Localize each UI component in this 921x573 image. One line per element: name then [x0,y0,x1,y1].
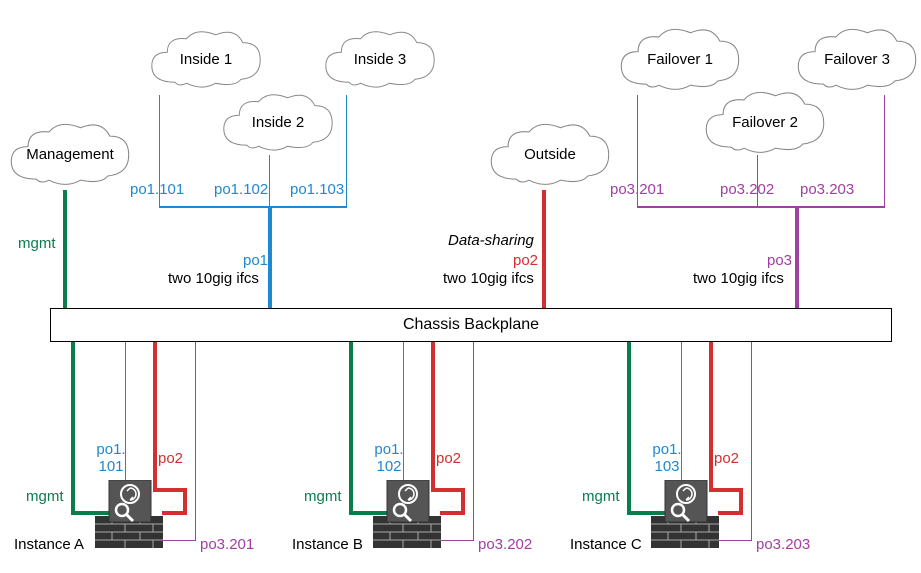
lbl-mgmt-top: mgmt [18,235,56,252]
firewall-instance-a [95,480,163,548]
cloud-inside1: Inside 1 [146,25,266,95]
ia-po3: po3.201 [200,536,254,553]
cloud-failover3: Failover 3 [792,25,921,95]
cloud-inside1-label: Inside 1 [146,51,266,68]
ic-po2: po2 [714,450,739,467]
line-po3-hbar [637,206,885,208]
ia-po3-v [195,341,196,541]
cloud-failover1-label: Failover 1 [615,51,745,68]
ia-po2-v [153,341,157,491]
cloud-failover1: Failover 1 [615,25,745,95]
lbl-po3-desc: two 10gig ifcs [693,270,784,287]
ia-po2-h2 [162,511,187,515]
ic-mgmt: mgmt [582,488,620,505]
lbl-po1: po1 [243,252,268,269]
line-po1-trunk [268,208,272,308]
ib-mgmt-v [349,341,353,513]
firewall-instance-b [373,480,441,548]
lbl-po2-desc: two 10gig ifcs [443,270,534,287]
cloud-failover2: Failover 2 [700,88,830,158]
ib-po3: po3.202 [478,536,532,553]
line-po1-103 [346,95,347,206]
lbl-po3-203: po3.203 [800,181,854,198]
line-po3-trunk [795,208,799,308]
ib-po2-v [431,341,435,491]
ib-mgmt: mgmt [304,488,342,505]
line-mgmt-top [63,190,67,308]
lbl-po2: po2 [513,252,538,269]
cloud-outside: Outside [485,120,615,190]
firewall-instance-c [651,480,719,548]
ic-po3-v [751,341,752,541]
ib-po3-h [439,540,474,541]
lbl-datasharing: Data-sharing [448,232,534,249]
line-po3-203 [884,95,885,206]
line-po1-hbar [159,206,347,208]
lbl-po3-202: po3.202 [720,181,774,198]
ia-mgmt-v [71,341,75,513]
ib-name: Instance B [292,536,363,553]
cloud-outside-label: Outside [485,146,615,163]
ib-po3-v [473,341,474,541]
lbl-po1-102: po1.102 [214,181,268,198]
line-po1-102 [269,155,270,207]
ic-name: Instance C [570,536,642,553]
ic-po1: po1. 103 [650,442,684,475]
ic-po2-v [709,341,713,491]
cloud-inside3: Inside 3 [320,25,440,95]
cloud-failover3-label: Failover 3 [792,51,921,68]
lbl-po3-201: po3.201 [610,181,664,198]
cloud-management: Management [5,120,135,190]
ic-mgmt-v [627,341,631,513]
ic-po3-h [717,540,752,541]
ia-po2: po2 [158,450,183,467]
lbl-po1-101: po1.101 [130,181,184,198]
cloud-inside3-label: Inside 3 [320,51,440,68]
ia-mgmt: mgmt [26,488,64,505]
lbl-po1-desc: two 10gig ifcs [168,270,259,287]
ia-po1: po1. 101 [94,442,128,475]
line-po2-top [542,190,546,308]
cloud-management-label: Management [5,146,135,163]
cloud-inside2: Inside 2 [218,88,338,158]
lbl-po3: po3 [767,252,792,269]
ic-po2-h2 [718,511,743,515]
cloud-failover2-label: Failover 2 [700,114,830,131]
ic-po3: po3.203 [756,536,810,553]
chassis-backplane: Chassis Backplane [50,308,892,342]
ib-po2: po2 [436,450,461,467]
ia-po3-h [161,540,196,541]
ib-po1: po1. 102 [372,442,406,475]
lbl-po1-103: po1.103 [290,181,344,198]
ia-name: Instance A [14,536,84,553]
ib-po2-h2 [440,511,465,515]
cloud-inside2-label: Inside 2 [218,114,338,131]
